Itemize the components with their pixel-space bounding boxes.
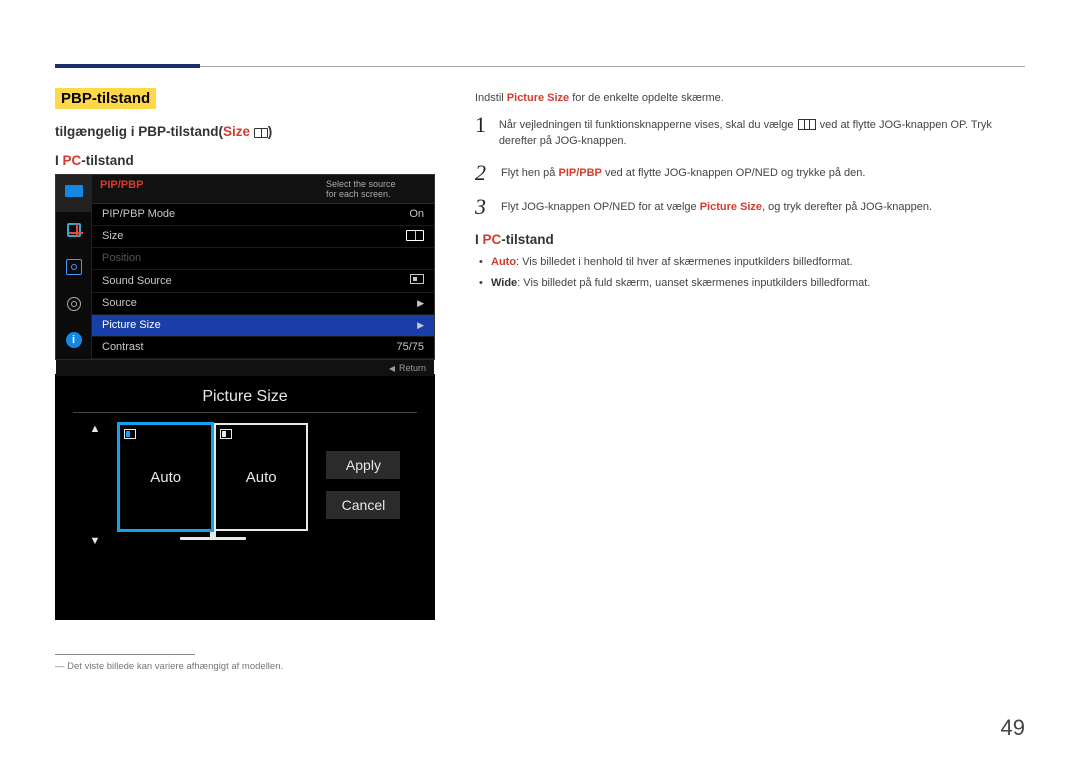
bullet-wide: Wide: Vis billedet på fuld skærm, uanset… — [475, 276, 1025, 292]
availability-line: tilgængelig i PBP-tilstand(Size ) — [55, 124, 435, 139]
section-badge: PBP-tilstand — [55, 88, 156, 109]
osd2-title: Picture Size — [73, 388, 417, 406]
osd-row-size: Size — [92, 226, 434, 248]
size-value-icon — [406, 230, 424, 241]
osd-side-pip-icon — [56, 212, 91, 249]
pc-mode-heading-left: I PC-tilstand — [55, 153, 435, 168]
osd-row-mode: PIP/PBP Mode On — [92, 204, 434, 226]
step-1: 1 Når vejledningen til funktionsknappern… — [475, 114, 1025, 150]
step-number: 2 — [475, 162, 489, 184]
osd-row-contrast: Contrast 75/75 — [92, 337, 434, 359]
up-down-arrows: ▲▼ — [90, 423, 101, 547]
footnote-text: ― Det viste billede kan variere afhængig… — [55, 661, 435, 672]
accent-rule — [55, 64, 200, 68]
subtitle-size: Size — [223, 124, 250, 139]
chevron-up-icon: ▲ — [90, 423, 101, 435]
step-2: 2 Flyt hen på PIP/PBP ved at flytte JOG-… — [475, 162, 1025, 184]
window-chip-icon — [220, 429, 232, 439]
cancel-button: Cancel — [326, 491, 400, 519]
page-number: 49 — [1001, 715, 1025, 741]
tv-preview: Auto Auto — [118, 423, 308, 547]
osd-side-position-icon — [56, 248, 91, 285]
chevron-right-icon: ▶ — [417, 298, 424, 309]
intro-line: Indstil Picture Size for de enkelte opde… — [475, 92, 1025, 104]
step-number: 3 — [475, 196, 489, 218]
osd-menu-screenshot: i PIP/PBP Select the source for each scr… — [55, 174, 435, 360]
osd-side-picture-icon — [56, 175, 91, 212]
osd-hint-text: Select the source for each screen. — [326, 179, 426, 200]
osd-footer: ◀Return — [56, 359, 434, 376]
chevron-left-icon: ◀ — [389, 364, 395, 373]
sound-value-icon — [410, 274, 424, 284]
osd-header-title: PIP/PBP — [100, 179, 143, 200]
screen-half-right: Auto — [214, 425, 307, 529]
osd-row-picture-size: Picture Size ▶ — [92, 315, 434, 337]
osd-row-sound: Sound Source — [92, 270, 434, 293]
step-number: 1 — [475, 114, 487, 136]
menu-grid-icon — [798, 119, 816, 130]
pbp-split-icon — [254, 128, 268, 138]
apply-button: Apply — [326, 451, 400, 479]
chevron-down-icon: ▼ — [90, 535, 101, 547]
window-chip-icon — [124, 429, 136, 439]
subtitle-suffix: ) — [268, 124, 273, 139]
osd-row-position: Position — [92, 248, 434, 270]
horizontal-rule — [55, 66, 1025, 67]
footnote-rule — [55, 654, 195, 655]
screen-half-left: Auto — [117, 422, 214, 532]
chevron-right-icon: ▶ — [417, 320, 424, 331]
step-3: 3 Flyt JOG-knappen OP/NED for at vælge P… — [475, 196, 1025, 218]
bullet-auto: Auto: Vis billedet i henhold til hver af… — [475, 255, 1025, 271]
osd-side-info-icon: i — [56, 322, 91, 359]
picture-size-screenshot: Picture Size ▲▼ Auto Auto — [55, 374, 435, 620]
subtitle-prefix: tilgængelig i PBP-tilstand( — [55, 124, 223, 139]
osd-row-source: Source ▶ — [92, 293, 434, 315]
pc-mode-heading-right: I PC-tilstand — [475, 232, 1025, 247]
osd-side-settings-icon — [56, 285, 91, 322]
